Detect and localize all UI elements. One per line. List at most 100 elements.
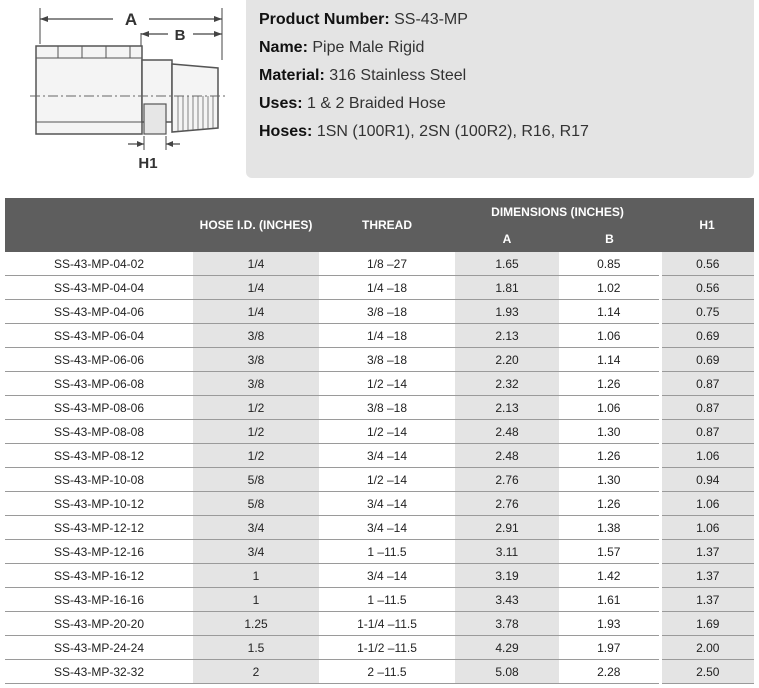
dimension-a-cell: 2.91	[455, 515, 559, 540]
table-row: SS-43-MP-04-04 1/4 1/4 –18 1.81 1.02 0.56	[5, 275, 754, 300]
part-number-cell: SS-43-MP-10-12	[5, 491, 193, 516]
dimension-a-cell: 5.08	[455, 659, 559, 684]
hose-id-cell: 3/4	[193, 515, 319, 540]
dimension-b-cell: 1.26	[559, 491, 662, 516]
dimension-a-cell: 3.43	[455, 587, 559, 612]
h1-cell: 2.00	[660, 635, 754, 660]
h1-cell: 1.37	[660, 539, 754, 564]
dimension-b-cell: 1.26	[559, 443, 662, 468]
hose-id-cell: 1/4	[193, 252, 319, 276]
uses-value: 1 & 2 Braided Hose	[307, 95, 446, 112]
dimension-a-cell: 2.20	[455, 347, 559, 372]
part-number-cell: SS-43-MP-08-06	[5, 395, 193, 420]
hose-id-cell: 1	[193, 563, 319, 588]
h1-cell: 2.50	[660, 659, 754, 684]
dimension-b-cell: 2.28	[559, 659, 662, 684]
part-number-cell: SS-43-MP-24-24	[5, 635, 193, 660]
dimension-a-cell: 3.19	[455, 563, 559, 588]
product-number-line: Product Number: SS-43-MP	[259, 6, 754, 34]
uses-line: Uses: 1 & 2 Braided Hose	[259, 90, 754, 118]
material-label: Material:	[259, 67, 325, 84]
h1-cell: 1.06	[660, 491, 754, 516]
thread-cell: 3/8 –18	[319, 395, 455, 420]
thread-cell: 1-1/2 –11.5	[319, 635, 455, 660]
hose-id-cell: 1/2	[193, 419, 319, 444]
table-row: SS-43-MP-20-20 1.25 1-1/4 –11.5 3.78 1.93 1.6…	[5, 611, 754, 636]
specification-table: HOSE I.D. (INCHES) THREAD DIMENSIONS (IN…	[5, 198, 754, 684]
h1-cell: 0.75	[660, 299, 754, 324]
dimension-a-cell: 3.11	[455, 539, 559, 564]
table-row: SS-43-MP-08-12 1/2 3/4 –14 2.48 1.26 1.06	[5, 443, 754, 468]
dimension-a-cell: 3.78	[455, 611, 559, 636]
part-number-cell: SS-43-MP-06-08	[5, 371, 193, 396]
table-row: SS-43-MP-12-16 3/4 1 –11.5 3.11 1.57 1.37	[5, 539, 754, 564]
dimension-b-cell: 0.85	[559, 252, 662, 276]
dimension-a-cell: 2.48	[455, 419, 559, 444]
table-row: SS-43-MP-24-24 1.5 1-1/2 –11.5 4.29 1.97 2.00	[5, 635, 754, 660]
thread-cell: 1/4 –18	[319, 275, 455, 300]
uses-label: Uses:	[259, 95, 303, 112]
dimension-b-cell: 1.93	[559, 611, 662, 636]
product-info-panel: Product Number: SS-43-MP Name: Pipe Male…	[246, 0, 754, 178]
thread-cell: 1/2 –14	[319, 467, 455, 492]
hose-id-cell: 5/8	[193, 467, 319, 492]
product-name-value: Pipe Male Rigid	[312, 39, 425, 56]
dimension-a-cell: 2.13	[455, 395, 559, 420]
dimension-b-cell: 1.26	[559, 371, 662, 396]
hose-id-cell: 3/4	[193, 539, 319, 564]
thread-header: THREAD	[319, 198, 455, 252]
part-number-cell: SS-43-MP-16-12	[5, 563, 193, 588]
dimension-a-cell: 1.93	[455, 299, 559, 324]
table-body: SS-43-MP-04-02 1/4 1/8 –27 1.65 0.85 0.56 SS-4…	[5, 252, 754, 684]
dimension-a-cell: 2.32	[455, 371, 559, 396]
h1-cell: 0.56	[660, 275, 754, 300]
table-row: SS-43-MP-12-12 3/4 3/4 –14 2.91 1.38 1.06	[5, 515, 754, 540]
part-number-cell: SS-43-MP-12-12	[5, 515, 193, 540]
hose-id-header: HOSE I.D. (INCHES)	[193, 198, 319, 252]
hose-id-cell: 1/4	[193, 275, 319, 300]
h1-header: H1	[660, 198, 754, 252]
thread-cell: 3/4 –14	[319, 563, 455, 588]
hose-id-cell: 1	[193, 587, 319, 612]
fitting-diagram: A B H1	[0, 0, 245, 178]
dimension-a-cell: 4.29	[455, 635, 559, 660]
part-number-cell: SS-43-MP-08-12	[5, 443, 193, 468]
part-number-cell: SS-43-MP-04-06	[5, 299, 193, 324]
h1-cell: 0.94	[660, 467, 754, 492]
product-name-line: Name: Pipe Male Rigid	[259, 34, 754, 62]
thread-cell: 3/4 –14	[319, 491, 455, 516]
table-row: SS-43-MP-08-06 1/2 3/8 –18 2.13 1.06 0.87	[5, 395, 754, 420]
part-number-cell: SS-43-MP-04-02	[5, 252, 193, 276]
fitting-drawing: A B H1	[30, 8, 225, 172]
table-row: SS-43-MP-06-06 3/8 3/8 –18 2.20 1.14 0.69	[5, 347, 754, 372]
part-number-cell: SS-43-MP-08-08	[5, 419, 193, 444]
table-row: SS-43-MP-06-08 3/8 1/2 –14 2.32 1.26 0.87	[5, 371, 754, 396]
table-row: SS-43-MP-32-32 2 2 –11.5 5.08 2.28 2.50	[5, 659, 754, 684]
hose-id-cell: 3/8	[193, 347, 319, 372]
h1-cell: 1.06	[660, 443, 754, 468]
dimension-b-cell: 1.30	[559, 419, 662, 444]
hose-id-cell: 1/4	[193, 299, 319, 324]
h1-cell: 0.87	[660, 419, 754, 444]
thread-cell: 1/4 –18	[319, 323, 455, 348]
dimension-b-cell: 1.02	[559, 275, 662, 300]
part-number-cell: SS-43-MP-16-16	[5, 587, 193, 612]
dimension-a-cell: 2.13	[455, 323, 559, 348]
h1-cell: 1.69	[660, 611, 754, 636]
table-row: SS-43-MP-04-06 1/4 3/8 –18 1.93 1.14 0.75	[5, 299, 754, 324]
hose-id-cell: 1.5	[193, 635, 319, 660]
dimensions-header: DIMENSIONS (INCHES)	[455, 198, 660, 226]
product-number-label: Product Number:	[259, 11, 390, 28]
dimension-h1-label: H1	[138, 155, 157, 172]
product-number-value: SS-43-MP	[394, 11, 468, 28]
table-row: SS-43-MP-06-04 3/8 1/4 –18 2.13 1.06 0.69	[5, 323, 754, 348]
dimension-b-cell: 1.06	[559, 323, 662, 348]
h1-cell: 1.37	[660, 587, 754, 612]
hoses-line: Hoses: 1SN (100R1), 2SN (100R2), R16, R1…	[259, 118, 754, 146]
dimension-b-cell: 1.30	[559, 467, 662, 492]
dimension-a-header: A	[455, 226, 559, 252]
dimension-b-cell: 1.38	[559, 515, 662, 540]
part-number-cell: SS-43-MP-12-16	[5, 539, 193, 564]
thread-cell: 1 –11.5	[319, 587, 455, 612]
h1-cell: 0.56	[660, 252, 754, 276]
